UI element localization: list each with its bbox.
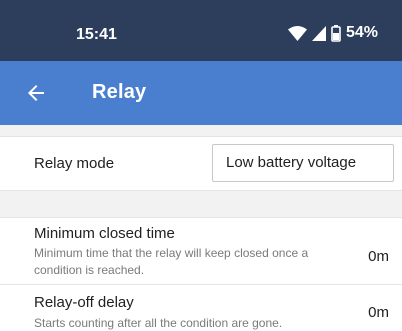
section-divider <box>0 125 402 137</box>
page-title: Relay <box>92 81 147 103</box>
signal-icon <box>311 25 326 41</box>
setting-description: Minimum time that the relay will keep cl… <box>34 246 309 277</box>
section-divider <box>0 190 402 218</box>
battery-icon <box>331 24 341 42</box>
status-time: 15:41 <box>76 26 117 43</box>
arrow-back-icon[interactable] <box>24 81 48 105</box>
battery-percent: 54% <box>345 24 378 41</box>
wifi-icon <box>287 25 307 41</box>
status-icons: 54% <box>287 24 378 42</box>
setting-value: 0m <box>368 248 389 265</box>
setting-title: Relay-off delay <box>34 294 134 311</box>
relay-mode-select[interactable]: Low battery voltage <box>212 144 394 182</box>
setting-value: 0m <box>368 304 389 321</box>
status-bar: 15:41 54% <box>0 0 402 61</box>
relay-off-delay-row[interactable]: Relay-off delay Starts counting after al… <box>0 286 402 331</box>
relay-mode-row: Relay mode Low battery voltage <box>0 137 402 189</box>
setting-description: Starts counting after all the condition … <box>34 316 283 330</box>
setting-title: Minimum closed time <box>34 225 175 242</box>
minimum-closed-time-row[interactable]: Minimum closed time Minimum time that th… <box>0 219 402 285</box>
app-bar: Relay <box>0 61 402 125</box>
relay-mode-label: Relay mode <box>34 155 115 172</box>
